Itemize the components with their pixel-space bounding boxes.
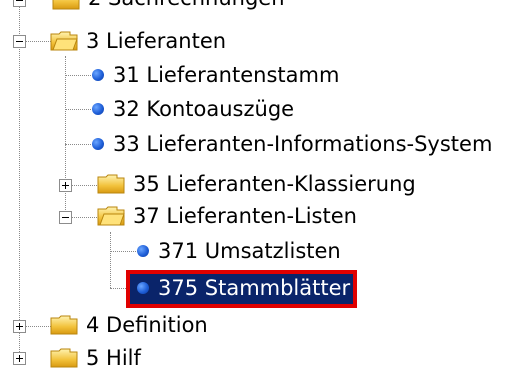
tree-item-375-label[interactable]: 375 Stammblätter bbox=[158, 274, 350, 302]
tree-item-31-label[interactable]: 31 Lieferantenstamm bbox=[113, 61, 339, 89]
folder-icon bbox=[50, 31, 78, 51]
tree-line bbox=[25, 41, 51, 42]
folder-icon bbox=[97, 206, 125, 226]
bullet-icon bbox=[137, 245, 149, 257]
folder-icon bbox=[50, 315, 78, 335]
bullet-icon bbox=[92, 138, 104, 150]
tree-line bbox=[71, 217, 97, 218]
tree-item-label[interactable]: 2 Sachrechnungen bbox=[88, 0, 285, 12]
bullet-icon bbox=[92, 103, 104, 115]
collapse-icon[interactable] bbox=[59, 211, 72, 224]
tree-item-32-label[interactable]: 32 Kontoauszüge bbox=[113, 95, 294, 123]
expand-icon[interactable] bbox=[13, 320, 26, 333]
tree-line bbox=[25, 326, 51, 327]
bullet-icon bbox=[92, 69, 104, 81]
tree-item-4-label[interactable]: 4 Definition bbox=[86, 311, 208, 339]
folder-icon bbox=[50, 348, 78, 368]
tree-view: 2 Sachrechnungen 3 Lieferanten 31 Liefer… bbox=[0, 0, 508, 370]
tree-line bbox=[110, 232, 111, 288]
tree-item-33-label[interactable]: 33 Lieferanten-Informations-System bbox=[113, 130, 492, 158]
bullet-icon bbox=[137, 282, 149, 294]
tree-line bbox=[65, 144, 93, 145]
tree-line bbox=[71, 185, 97, 186]
tree-item-3-label[interactable]: 3 Lieferanten bbox=[86, 27, 226, 55]
expand-icon[interactable] bbox=[59, 179, 72, 192]
tree-item-371-label[interactable]: 371 Umsatzlisten bbox=[158, 237, 341, 265]
folder-icon bbox=[97, 174, 125, 194]
folder-icon bbox=[52, 0, 80, 10]
expand-icon[interactable] bbox=[13, 352, 26, 365]
tree-line bbox=[110, 251, 138, 252]
tree-line bbox=[65, 109, 93, 110]
collapse-icon[interactable] bbox=[13, 35, 26, 48]
tree-item-label[interactable]: 5 Hilf bbox=[86, 344, 141, 372]
tree-line bbox=[19, 0, 20, 358]
collapse-icon[interactable] bbox=[13, 0, 26, 7]
tree-line bbox=[65, 75, 93, 76]
tree-item-37-label[interactable]: 37 Lieferanten-Listen bbox=[133, 202, 357, 230]
tree-item-35-label[interactable]: 35 Lieferanten-Klassierung bbox=[133, 170, 416, 198]
tree-line bbox=[65, 56, 66, 218]
